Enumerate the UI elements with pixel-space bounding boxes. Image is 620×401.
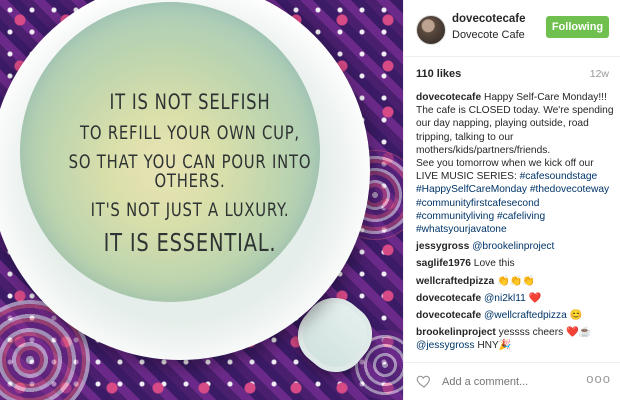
hashtag-link[interactable]: #communityfirstcafesecond bbox=[416, 198, 539, 209]
quote-line: It's not just a luxury. bbox=[90, 199, 290, 221]
caption-username[interactable]: dovecotecafe bbox=[416, 92, 481, 103]
caption-text: mothers/kids/partners/friends. bbox=[416, 144, 551, 156]
quote-line: to refill your own cup, bbox=[80, 122, 300, 144]
comment-text: 😊 bbox=[569, 310, 583, 322]
post-meta: 110 likes 12w bbox=[416, 68, 609, 80]
post-age[interactable]: 12w bbox=[590, 68, 609, 80]
comment-item: dovecotecafe @ni2kl11 ❤️ bbox=[416, 292, 616, 305]
comment-mention[interactable]: @ni2kl11 bbox=[484, 293, 526, 304]
comment-username[interactable]: wellcraftedpizza bbox=[416, 276, 494, 287]
instagram-post: It is not selfish to refill your own cup… bbox=[0, 0, 620, 400]
post-sidebar: dovecotecafe Dovecote Cafe Following 110… bbox=[403, 0, 620, 400]
comment-text: Love this bbox=[473, 258, 515, 270]
comment-username[interactable]: jessygross bbox=[416, 241, 469, 252]
quote-line: It is essential. bbox=[103, 228, 277, 257]
more-options-icon[interactable]: ooo bbox=[586, 371, 611, 386]
quote-text: It is not selfish to refill your own cup… bbox=[0, 90, 380, 257]
comment-text: HNY🎉 bbox=[477, 340, 512, 352]
likes-count[interactable]: 110 likes bbox=[416, 68, 609, 80]
post-photo[interactable]: It is not selfish to refill your own cup… bbox=[0, 0, 403, 400]
comment-username[interactable]: saglife1976 bbox=[416, 258, 471, 269]
comment-text: yessss cheers ❤️☕ bbox=[498, 327, 592, 339]
comment-item: wellcraftedpizza 👏👏👏 bbox=[416, 275, 616, 288]
comment-username[interactable]: dovecotecafe bbox=[416, 310, 481, 321]
quote-line: It is not selfish bbox=[109, 90, 271, 114]
avatar[interactable] bbox=[416, 15, 446, 45]
comment-username[interactable]: dovecotecafe bbox=[416, 293, 481, 304]
caption-text: our day napping, playing outside, road bbox=[416, 118, 589, 130]
add-comment-input[interactable] bbox=[440, 373, 574, 391]
comment-mention[interactable]: @brookelinproject bbox=[472, 241, 554, 252]
caption-text: See you tomorrow when we kick off our bbox=[416, 158, 594, 170]
caption-text: The cafe is CLOSED today. We're spending bbox=[416, 105, 614, 117]
post-header: dovecotecafe Dovecote Cafe Following bbox=[404, 0, 620, 57]
hashtag-link[interactable]: #cafesoundstage bbox=[520, 171, 598, 182]
comment-username[interactable]: brookelinproject bbox=[416, 327, 496, 338]
comments-list: dovecotecafe Happy Self-Care Monday!!! T… bbox=[416, 91, 616, 357]
following-button[interactable]: Following bbox=[546, 16, 609, 38]
heart-outline-icon[interactable] bbox=[416, 373, 432, 389]
comment-mention[interactable]: @wellcraftedpizza bbox=[484, 310, 567, 321]
hashtag-link[interactable]: #HappySelfCareMonday bbox=[416, 184, 527, 195]
comment-item: brookelinproject yessss cheers ❤️☕ @jess… bbox=[416, 326, 616, 352]
caption: dovecotecafe Happy Self-Care Monday!!! T… bbox=[416, 91, 616, 236]
caption-text: LIVE MUSIC SERIES: bbox=[416, 171, 517, 183]
comment-text: 👏👏👏 bbox=[496, 275, 536, 287]
comment-item: saglife1976 Love this bbox=[416, 257, 616, 270]
caption-text: Happy Self-Care Monday!!! bbox=[483, 92, 607, 103]
location-link[interactable]: Dovecote Cafe bbox=[452, 29, 525, 41]
hashtag-link[interactable]: #whatsyourjavatone bbox=[416, 224, 507, 235]
comment-item: dovecotecafe @wellcraftedpizza 😊 bbox=[416, 309, 616, 322]
hashtag-link[interactable]: #thedovecoteway bbox=[530, 184, 609, 195]
comment-item: jessygross @brookelinproject bbox=[416, 240, 616, 253]
caption-text: tripping, talking to our bbox=[416, 131, 514, 143]
comment-mention[interactable]: @jessygross bbox=[416, 340, 474, 351]
hashtag-link[interactable]: #cafeliving bbox=[497, 211, 545, 222]
add-comment-bar: ooo bbox=[404, 362, 620, 401]
username-link[interactable]: dovecotecafe bbox=[452, 13, 526, 25]
quote-line: so that you can pour into others. bbox=[68, 151, 312, 192]
comment-text: ❤️ bbox=[528, 292, 542, 304]
hashtag-link[interactable]: #communityliving bbox=[416, 211, 494, 222]
